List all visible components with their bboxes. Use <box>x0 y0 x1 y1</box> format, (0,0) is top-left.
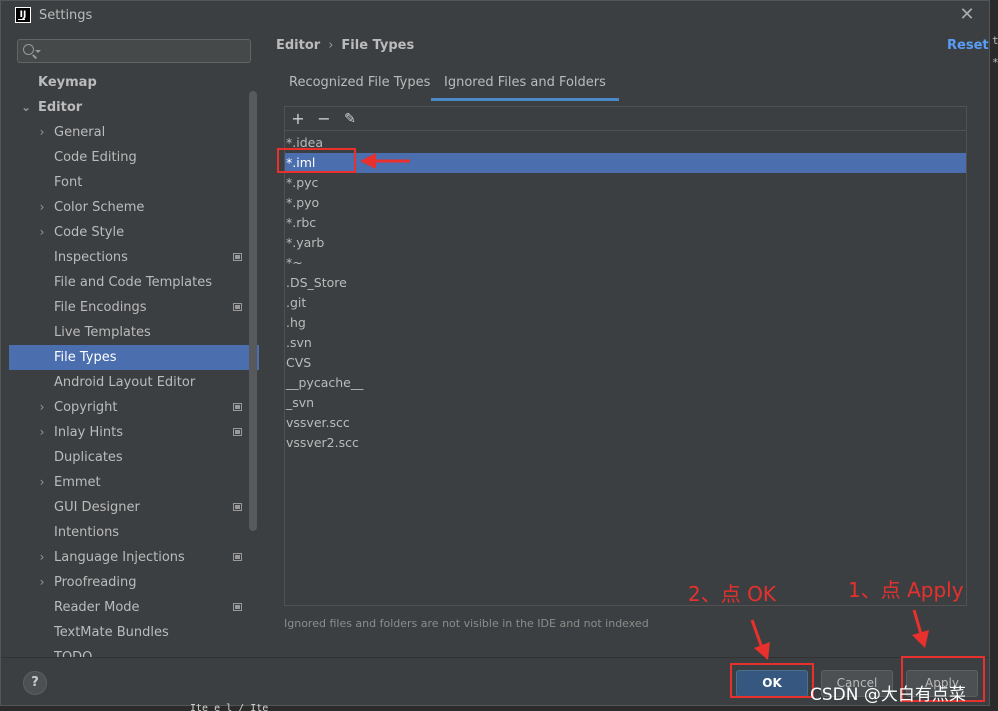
arrow-to-iml <box>360 153 410 169</box>
csdn-watermark: CSDN @大白有点菜 <box>810 685 966 705</box>
arrow-to-ok <box>750 619 770 660</box>
annotation-arrows <box>360 153 929 660</box>
arrow-to-apply <box>912 609 929 648</box>
